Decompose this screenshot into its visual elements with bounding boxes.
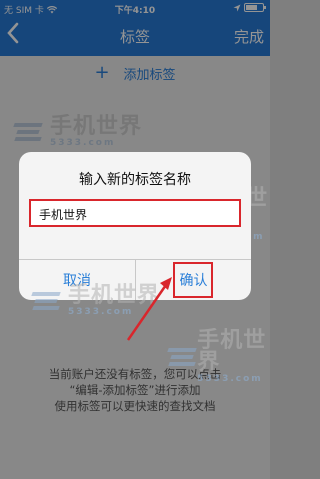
watermark-title: 手机世界 xyxy=(68,283,161,308)
watermark-title: 手机世界 xyxy=(197,328,267,375)
tag-name-field xyxy=(29,199,241,227)
watermark-logo-icon xyxy=(31,290,64,312)
new-tag-dialog: 输入新的标签名称 取消 确认 xyxy=(19,152,251,300)
watermark: 手机世界 5333.com xyxy=(31,283,161,317)
dialog-title: 输入新的标签名称 xyxy=(79,172,191,188)
watermark: 手机世界 5333.com xyxy=(167,328,270,384)
watermark-subtitle: 5333.com xyxy=(197,374,263,384)
tag-name-input[interactable] xyxy=(39,205,231,224)
watermark-subtitle: 5333.com xyxy=(68,307,134,317)
confirm-highlight-box xyxy=(173,262,213,298)
watermark-logo-icon xyxy=(167,346,197,368)
